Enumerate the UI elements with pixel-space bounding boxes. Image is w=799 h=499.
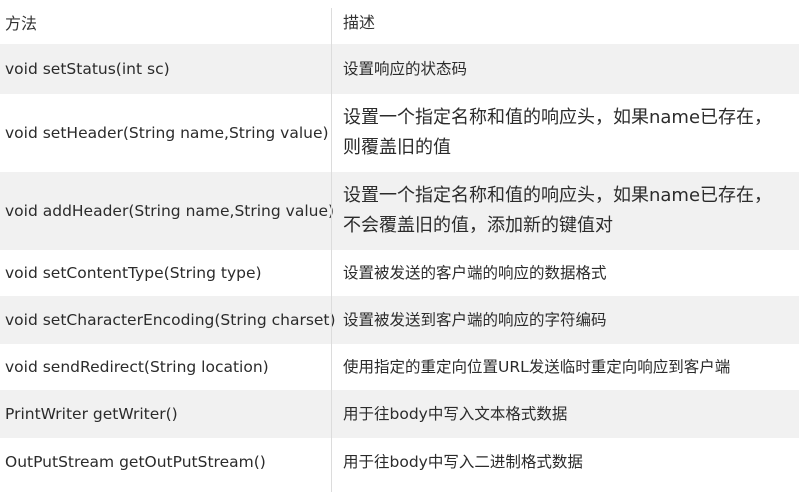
table-row: void setHeader(String name,String value)… bbox=[0, 94, 799, 172]
description-cell: 使用指定的重定向位置URL发送临时重定向响应到客户端 bbox=[343, 357, 731, 376]
description-cell: 用于往body中写入文本格式数据 bbox=[343, 404, 568, 423]
method-cell: OutPutStream getOutPutStream() bbox=[5, 453, 266, 471]
table-row: PrintWriter getWriter() 用于往body中写入文本格式数据 bbox=[0, 390, 799, 438]
header-method: 方法 bbox=[5, 14, 38, 33]
method-cell: void addHeader(String name,String value) bbox=[5, 202, 335, 220]
table-row: OutPutStream getOutPutStream() 用于往body中写… bbox=[0, 438, 799, 486]
table-row: void sendRedirect(String location) 使用指定的… bbox=[0, 344, 799, 390]
method-cell: void setCharacterEncoding(String charset… bbox=[5, 311, 336, 329]
description-cell: 设置一个指定名称和值的响应头，如果name已存在，不会覆盖旧的值，添加新的键值对 bbox=[343, 185, 773, 236]
table-row: void setContentType(String type) 设置被发送的客… bbox=[0, 250, 799, 296]
method-cell: void setStatus(int sc) bbox=[5, 60, 170, 78]
method-cell: void sendRedirect(String location) bbox=[5, 358, 269, 376]
description-cell: 设置被发送到客户端的响应的字符编码 bbox=[343, 310, 607, 329]
method-cell: PrintWriter getWriter() bbox=[5, 405, 178, 423]
method-cell: void setHeader(String name,String value) bbox=[5, 124, 329, 142]
description-cell: 设置一个指定名称和值的响应头，如果name已存在，则覆盖旧的值 bbox=[343, 107, 773, 158]
table-row: void setCharacterEncoding(String charset… bbox=[0, 296, 799, 344]
method-table: 方法 描述 void setStatus(int sc) 设置响应的状态码 vo… bbox=[0, 0, 799, 499]
method-cell: void setContentType(String type) bbox=[5, 264, 262, 282]
description-cell: 用于往body中写入二进制格式数据 bbox=[343, 452, 583, 471]
table-row: void addHeader(String name,String value)… bbox=[0, 172, 799, 250]
header-description: 描述 bbox=[343, 12, 376, 32]
table-header-row: 方法 描述 bbox=[0, 0, 799, 44]
description-cell: 设置被发送的客户端的响应的数据格式 bbox=[343, 263, 607, 282]
table-row: void setStatus(int sc) 设置响应的状态码 bbox=[0, 44, 799, 94]
column-divider bbox=[331, 8, 332, 492]
description-cell: 设置响应的状态码 bbox=[343, 59, 468, 78]
